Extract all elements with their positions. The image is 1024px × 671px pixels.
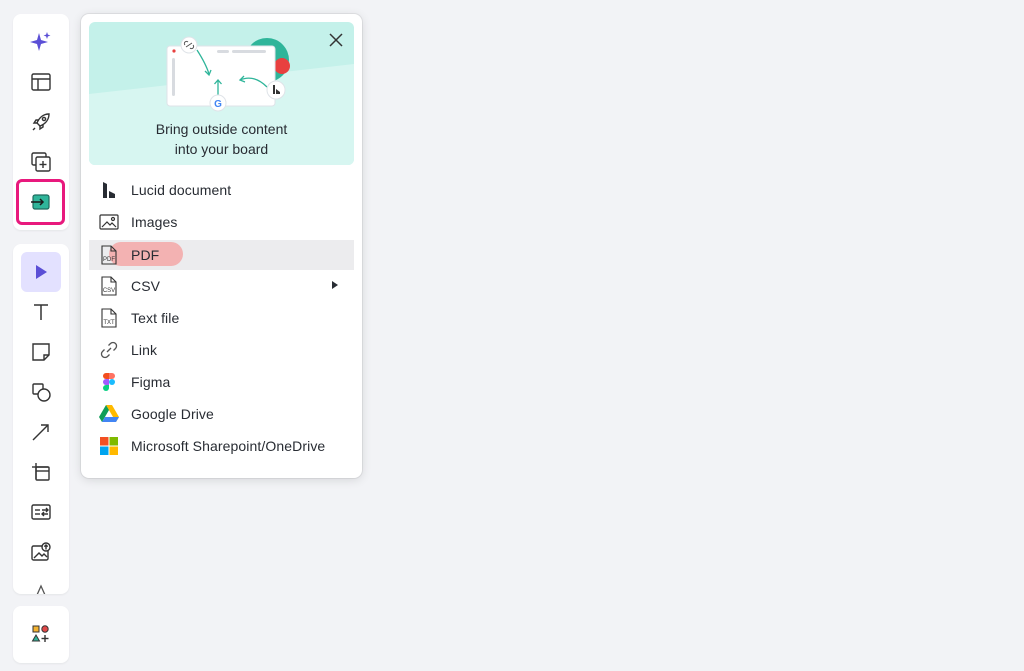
import-item-pdf[interactable]: PDF PDF [89,240,354,270]
import-item-text-file[interactable]: TXT Text file [89,304,354,332]
add-frame-button[interactable] [21,142,61,182]
import-item-microsoft-sharepoint[interactable]: Microsoft Sharepoint/OneDrive [89,432,354,460]
import-hero-banner: G Bring outside content into your board [89,22,354,165]
svg-text:PDF: PDF [103,257,115,263]
shapes-icon [32,383,51,402]
menu-item-label: Text file [131,310,180,326]
submenu-arrow-icon [332,281,338,289]
csv-file-icon: CSV [99,276,119,296]
menu-item-label: Lucid document [131,182,232,198]
close-panel-button[interactable] [324,28,348,52]
import-content-button[interactable] [16,179,65,225]
import-content-panel: G Bring outside content into your board … [81,14,362,478]
microsoft-icon [99,436,119,456]
text-icon [34,304,48,320]
select-tool-button[interactable] [21,252,61,292]
toolbar-tools-group [13,244,69,594]
txt-file-icon: TXT [99,308,119,328]
menu-item-label: Google Drive [131,406,214,422]
import-item-google-drive[interactable]: Google Drive [89,400,354,428]
image-upload-button[interactable] [21,532,61,572]
menu-item-label: Figma [131,374,171,390]
close-icon [329,33,343,47]
templates-button[interactable] [21,62,61,102]
menu-item-label: Images [131,214,178,230]
add-container-icon [31,152,51,172]
menu-item-label: Link [131,342,158,358]
text-tool-button[interactable] [21,292,61,332]
sticky-note-button[interactable] [21,332,61,372]
image-upload-icon [31,542,51,561]
figma-icon [99,372,119,392]
pen-icon [36,584,46,594]
import-item-images[interactable]: Images [89,208,354,236]
arrow-line-icon [32,424,49,441]
menu-item-label: PDF [131,247,160,263]
rocket-icon [32,113,50,131]
shape-library-icon [31,625,49,642]
google-drive-icon [99,404,119,424]
sparkle-icon [30,32,51,51]
lucid-logo-icon [99,180,119,200]
menu-item-label: Microsoft Sharepoint/OneDrive [131,438,326,454]
card-tool-button[interactable] [21,492,61,532]
more-tools-button[interactable] [21,572,61,594]
toolbar-top-group [13,14,69,230]
import-hero-title: Bring outside content into your board [155,121,288,157]
line-tool-button[interactable] [21,412,61,452]
ai-sparkle-button[interactable] [21,22,61,62]
link-icon [99,340,119,360]
toolbar-bottom-group [13,606,69,663]
svg-text:TXT: TXT [103,320,115,326]
frame-icon [32,463,50,481]
import-icon [30,194,50,210]
layout-template-icon [31,73,51,91]
import-item-csv[interactable]: CSV CSV [89,272,354,300]
cursor-pointer-icon [36,265,47,279]
menu-item-label: CSV [131,278,161,294]
svg-text:CSV: CSV [103,288,115,294]
image-icon [99,212,119,232]
import-item-figma[interactable]: Figma [89,368,354,396]
import-item-lucid-document[interactable]: Lucid document [89,176,354,204]
frame-tool-button[interactable] [21,452,61,492]
shape-library-button[interactable] [21,614,61,654]
sticky-note-icon [32,343,50,361]
launch-button[interactable] [21,102,61,142]
import-item-link[interactable]: Link [89,336,354,364]
shapes-tool-button[interactable] [21,372,61,412]
card-swap-icon [31,504,51,520]
svg-text:G: G [214,99,222,110]
pdf-file-icon: PDF [99,245,119,265]
